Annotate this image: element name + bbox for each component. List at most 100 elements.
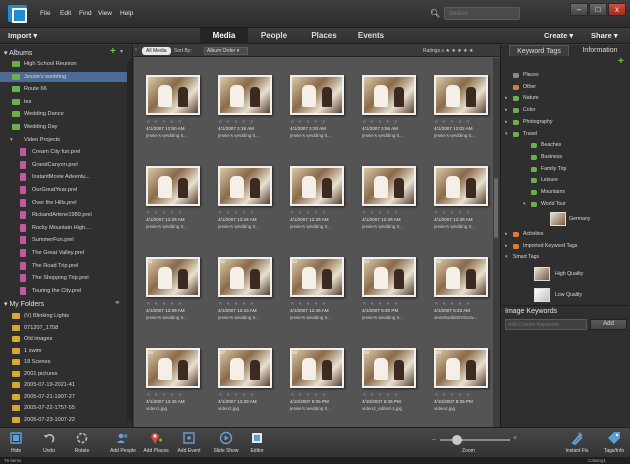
thumbnail-cell[interactable]: 11 ★ ★ ★ ★ ★ 4/1/2007 12:39 AM jessie's wed… <box>142 254 206 325</box>
thumbnail-cell[interactable]: ★ ★ ★ ★ ★ 4/1/2007 12:36 AM jessie's weddi… <box>358 163 422 234</box>
photo-thumbnail[interactable] <box>362 257 416 297</box>
tab-keyword-tags[interactable]: Keyword Tags <box>509 45 569 56</box>
thumbnail-cell[interactable]: 15 ★ ★ ★ ★ ★ 4/1/2007 6:23 AM JessRoddeDVDc… <box>430 254 494 325</box>
project-item[interactable]: InstantMovie Adventu... <box>0 172 132 182</box>
album-item[interactable]: High School Reunion <box>0 59 132 69</box>
album-item[interactable]: ▾ Video Projects <box>0 135 132 145</box>
tab-events[interactable]: Events <box>347 28 395 44</box>
add-album-plus-icon[interactable]: + <box>110 46 116 57</box>
photo-thumbnail[interactable] <box>434 166 488 206</box>
rotate-button[interactable]: Rotate <box>67 430 97 457</box>
keyword-tag-item[interactable]: ▸ Nature <box>501 94 621 103</box>
keyword-tag-item[interactable]: Other <box>501 83 621 92</box>
rating-stars[interactable]: ★ ★ ★ ★ ★ <box>434 301 471 307</box>
editor-button[interactable]: Editor <box>245 430 269 457</box>
rating-stars[interactable]: ★ ★ ★ ★ ★ <box>362 301 399 307</box>
photo-thumbnail[interactable] <box>362 75 416 115</box>
photo-thumbnail[interactable] <box>146 75 200 115</box>
import-button[interactable]: Import ▾ <box>8 31 37 40</box>
albums-header[interactable]: ▾ Albums <box>4 49 32 57</box>
rating-stars[interactable]: ★ ★ ★ ★ ★ <box>290 392 327 398</box>
keyword-tag-item[interactable]: Beaches <box>501 141 621 150</box>
tab-people[interactable]: People <box>250 28 298 44</box>
smart-tag-low-quality[interactable]: Low Quality <box>555 291 630 300</box>
rating-stars[interactable]: ★ ★ ★ ★ ★ <box>146 210 183 216</box>
rating-stars[interactable]: ★ ★ ★ ★ ★ <box>218 301 255 307</box>
add-keyword-button[interactable]: Add <box>590 319 627 330</box>
photo-thumbnail[interactable] <box>362 166 416 206</box>
keyword-tag-item[interactable]: ▸ Imported Keyword Tags <box>501 242 621 251</box>
folder-item[interactable]: (V) Blinking Lights <box>0 311 132 321</box>
add-people-button[interactable]: Add People <box>105 430 141 457</box>
chevron-down-icon[interactable]: ▾ <box>505 130 508 139</box>
project-item[interactable]: GrandCanyon.prel <box>0 160 132 170</box>
thumbnail-cell[interactable]: 18 ★ ★ ★ ★ ★ 4/10/2007 8:35 PM jessie's wed… <box>286 345 350 416</box>
ratings-filter[interactable]: Ratings ≥ ★ ★ ★ ★ ★ <box>423 48 473 54</box>
photo-thumbnail[interactable] <box>434 75 488 115</box>
rating-stars[interactable]: ★ ★ ★ ★ ★ <box>362 210 399 216</box>
folder-item[interactable]: 2005-07-23-1007-22 <box>0 415 132 425</box>
hide-button[interactable]: Hide <box>4 430 28 457</box>
rating-stars[interactable]: ★ ★ ★ ★ ★ <box>362 119 399 125</box>
undo-button[interactable]: Undo <box>37 430 61 457</box>
thumbnail-cell[interactable]: ★ ★ ★ ★ ★ 4/1/2007 2:18 AM jessie's weddin… <box>214 72 278 143</box>
smart-tag-high-quality[interactable]: High Quality <box>555 270 630 279</box>
photo-thumbnail[interactable] <box>146 166 200 206</box>
photo-thumbnail[interactable] <box>218 257 272 297</box>
tab-places[interactable]: Places <box>300 28 348 44</box>
photo-thumbnail[interactable] <box>290 348 344 388</box>
rating-stars[interactable]: ★ ★ ★ ★ ★ <box>218 210 255 216</box>
project-item[interactable]: The Shopping Trip.prel <box>0 273 132 283</box>
album-item[interactable]: Wedding Dance <box>0 109 132 119</box>
search-icon[interactable]: 🔍︎ <box>430 8 444 19</box>
photo-thumbnail[interactable] <box>146 348 200 388</box>
keyword-tag-item[interactable]: ▾ Travel <box>501 130 621 139</box>
add-places-button[interactable]: Add Places <box>138 430 174 457</box>
project-item[interactable]: The Road Trip.prel <box>0 261 132 271</box>
thumbnail-cell[interactable]: 17 ★ ★ ★ ★ ★ 4/1/2007 12:39 AM video2.jpg <box>214 345 278 416</box>
menu-help[interactable]: Help <box>120 10 133 17</box>
menu-find[interactable]: Find <box>79 10 92 17</box>
left-panel-scrollbar[interactable] <box>127 61 132 421</box>
folder-item[interactable]: 1 swim <box>0 346 132 356</box>
keyword-tag-item[interactable]: Places <box>501 71 621 80</box>
keyword-tag-item[interactable]: ▸ Photography <box>501 118 621 127</box>
thumbnail-cell[interactable]: ★ ★ ★ ★ ★ 4/1/2007 12:35 AM jessie's weddi… <box>286 163 350 234</box>
zoom-slider-thumb[interactable] <box>452 435 462 445</box>
back-chevron-icon[interactable]: ‹ <box>135 47 137 53</box>
photo-thumbnail[interactable] <box>218 75 272 115</box>
rating-stars[interactable]: ★ ★ ★ ★ ★ <box>290 119 327 125</box>
minimize-button[interactable]: – <box>570 3 588 16</box>
photo-thumbnail[interactable] <box>218 166 272 206</box>
menu-view[interactable]: View <box>98 10 112 17</box>
rating-stars[interactable]: ★ ★ ★ ★ ★ <box>218 119 255 125</box>
thumbnail-cell[interactable]: 16 ★ ★ ★ ★ ★ 4/1/2007 12:45 AM video1.jpg <box>142 345 206 416</box>
close-button[interactable]: x <box>608 3 626 16</box>
custom-keyword-input[interactable] <box>505 319 587 330</box>
project-item[interactable]: Rocky Mountain High.... <box>0 223 132 233</box>
project-item[interactable]: The Great Valley.prel <box>0 248 132 258</box>
albums-menu-chevron-icon[interactable]: ▾ <box>120 48 123 55</box>
chevron-right-icon[interactable]: ▸ <box>505 118 508 127</box>
album-item[interactable]: Wedding Day <box>0 122 132 132</box>
keyword-germany[interactable]: Germany <box>569 215 630 224</box>
slide-show-button[interactable]: Slide Show <box>207 430 245 457</box>
thumbnail-cell[interactable]: 20 ★ ★ ★ ★ ★ 4/10/2007 8:35 PM video4.jpg <box>430 345 494 416</box>
keyword-tag-item[interactable]: Family Trip <box>501 165 621 174</box>
rating-stars[interactable]: ★ ★ ★ ★ ★ <box>146 119 183 125</box>
photo-thumbnail[interactable] <box>290 166 344 206</box>
rating-stars[interactable]: ★ ★ ★ ★ ★ <box>434 119 471 125</box>
folders-view-icon[interactable]: ⚭ <box>114 298 121 307</box>
keyword-tag-item[interactable]: ▾ Smart Tags <box>501 253 621 262</box>
rating-stars[interactable]: ★ ★ ★ ★ ★ <box>290 210 327 216</box>
tags-info-button[interactable]: Tags/Info <box>598 430 630 457</box>
folder-item[interactable]: Old images <box>0 334 132 344</box>
search-input[interactable] <box>444 7 520 20</box>
project-item[interactable]: Touring the City.prel <box>0 286 132 296</box>
thumbnail-cell[interactable]: ★ ★ ★ ★ ★ 4/1/2007 12:26 AM jessie's weddi… <box>142 163 206 234</box>
chevron-right-icon[interactable]: ▸ <box>505 230 508 239</box>
rating-stars[interactable]: ★ ★ ★ ★ ★ <box>290 301 327 307</box>
rating-stars[interactable]: ★ ★ ★ ★ ★ <box>362 392 399 398</box>
maximize-button[interactable]: □ <box>589 3 607 16</box>
chevron-right-icon[interactable]: ▸ <box>505 106 508 115</box>
